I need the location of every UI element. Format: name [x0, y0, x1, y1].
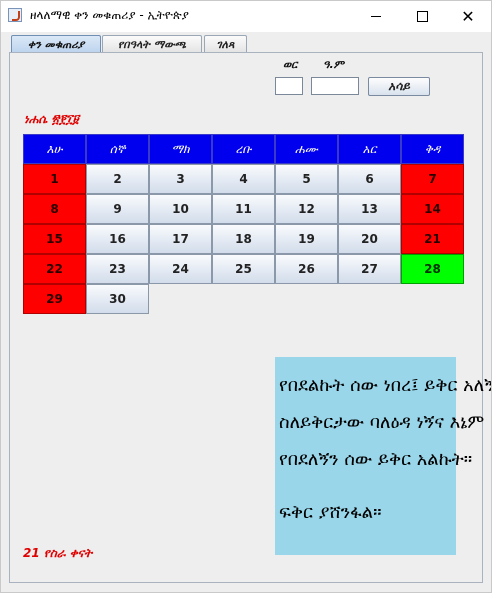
- tab-calendar[interactable]: ቀን መቁጠሪያ: [11, 35, 101, 53]
- month-label: ወር: [283, 58, 298, 71]
- close-button[interactable]: ✕: [445, 1, 491, 32]
- day-cell[interactable]: 20: [338, 224, 401, 254]
- day-cell[interactable]: 4: [212, 164, 275, 194]
- day-cell[interactable]: 8: [23, 194, 86, 224]
- day-cell[interactable]: 25: [212, 254, 275, 284]
- minimize-icon: [371, 16, 381, 17]
- quote-line: የበደልኩት ሰው ነበረ፤ ይቅር አለኝ።: [279, 375, 492, 396]
- day-cell[interactable]: 9: [86, 194, 149, 224]
- quote-line: የበደለኝን ሰው ይቅር አልኩት።: [279, 449, 473, 470]
- day-cell[interactable]: 19: [275, 224, 338, 254]
- day-cell-today[interactable]: 28: [401, 254, 464, 284]
- work-days-count: 21 የስራ ቀናት: [23, 546, 93, 560]
- maximize-icon: [416, 11, 428, 22]
- day-cell[interactable]: 16: [86, 224, 149, 254]
- day-cell[interactable]: 1: [23, 164, 86, 194]
- day-cell[interactable]: 21: [401, 224, 464, 254]
- day-cell[interactable]: 3: [149, 164, 212, 194]
- day-cell[interactable]: 30: [86, 284, 149, 314]
- day-cell[interactable]: 23: [86, 254, 149, 284]
- day-cell[interactable]: 18: [212, 224, 275, 254]
- day-cell[interactable]: 29: [23, 284, 86, 314]
- day-cell[interactable]: 17: [149, 224, 212, 254]
- day-cell[interactable]: 26: [275, 254, 338, 284]
- day-cell[interactable]: 7: [401, 164, 464, 194]
- day-cell[interactable]: 22: [23, 254, 86, 284]
- year-label: ዓ.ም: [323, 58, 344, 71]
- tab-holidays[interactable]: የበዓላት ማውጫ: [102, 35, 202, 53]
- weekday-header: ማክ: [149, 134, 212, 164]
- weekday-header: ቅዳ: [401, 134, 464, 164]
- day-cell[interactable]: 6: [338, 164, 401, 194]
- show-button[interactable]: አሳይ: [368, 77, 430, 96]
- day-cell[interactable]: 15: [23, 224, 86, 254]
- minimize-button[interactable]: [353, 1, 399, 32]
- day-cell[interactable]: 11: [212, 194, 275, 224]
- month-title: ነሐሴ ፳፻፲፱: [24, 112, 79, 126]
- day-cell[interactable]: 5: [275, 164, 338, 194]
- weekday-header: አር: [338, 134, 401, 164]
- maximize-button[interactable]: [399, 1, 445, 32]
- quote-line: ፍቅር ያሸንፋል።: [279, 502, 382, 523]
- title-bar[interactable]: ዘላለማዊ ቀን መቁጠሪያ - ኢትዮጵያ ✕: [1, 1, 491, 32]
- quote-box: የበደልኩት ሰው ነበረ፤ ይቅር አለኝ። ስለይቅርታው ባለዕዳ ነኝና…: [275, 357, 492, 555]
- day-cell[interactable]: 12: [275, 194, 338, 224]
- app-window: ዘላለማዊ ቀን መቁጠሪያ - ኢትዮጵያ ✕ ቀን መቁጠሪያ የበዓላት …: [0, 0, 492, 593]
- weekday-header: ሐሙ: [275, 134, 338, 164]
- weekday-header: ሰኞ: [86, 134, 149, 164]
- day-cell[interactable]: 24: [149, 254, 212, 284]
- window-title: ዘላለማዊ ቀን መቁጠሪያ - ኢትዮጵያ: [30, 8, 189, 22]
- weekday-header: ረቡ: [212, 134, 275, 164]
- day-cell[interactable]: 10: [149, 194, 212, 224]
- day-cell[interactable]: 2: [86, 164, 149, 194]
- tab-description[interactable]: ገለጻ: [204, 35, 247, 53]
- weekday-header: እሁ: [23, 134, 86, 164]
- java-app-icon: [8, 8, 22, 22]
- year-input[interactable]: [311, 77, 359, 95]
- month-input[interactable]: [275, 77, 303, 95]
- day-cell[interactable]: 14: [401, 194, 464, 224]
- day-cell[interactable]: 13: [338, 194, 401, 224]
- quote-line: ስለይቅርታው ባለዕዳ ነኝና እኔም: [279, 412, 485, 433]
- day-cell[interactable]: 27: [338, 254, 401, 284]
- close-icon: ✕: [461, 7, 475, 26]
